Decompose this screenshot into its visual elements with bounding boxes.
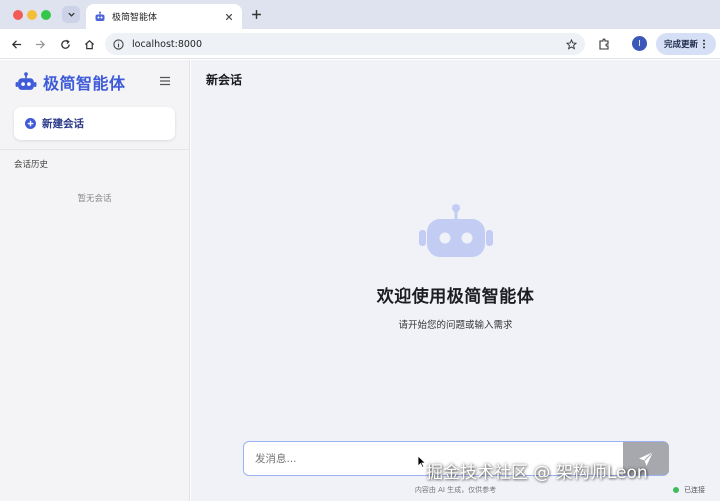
home-icon: [84, 39, 94, 49]
reload-button[interactable]: [57, 36, 73, 52]
menu-icon: [160, 76, 170, 86]
update-button[interactable]: 完成更新: [656, 33, 716, 55]
star-icon: [565, 38, 577, 50]
status-label: 已连接: [684, 486, 705, 494]
status-dot: [673, 487, 679, 493]
tab-title: 极简智能体: [112, 13, 158, 23]
connection-status: 已连接: [673, 485, 705, 495]
ai-disclaimer: 内容由 AI 生成，仅供参考: [414, 486, 497, 494]
plus-circle-icon: [25, 118, 36, 129]
more-vertical-icon: [703, 39, 706, 49]
robot-icon: [15, 72, 37, 90]
new-chat-label: 新建会话: [42, 118, 84, 130]
sidebar: 极简智能体 新建会话 会话历史 暂无会话: [0, 60, 190, 501]
robot-icon: [95, 11, 105, 21]
watermark: 掘金技术社区 @ 架构师Leon: [426, 463, 648, 483]
address-bar[interactable]: localhost:8000: [105, 33, 585, 55]
minimize-window-button[interactable]: [27, 10, 37, 20]
sidebar-toggle-button[interactable]: [158, 73, 172, 87]
url-text: localhost:8000: [132, 38, 203, 50]
reload-icon: [60, 39, 70, 49]
robot-icon: [419, 204, 493, 257]
new-tab-button[interactable]: [248, 6, 264, 22]
info-icon: [113, 38, 124, 50]
brand: 极简智能体: [15, 70, 126, 94]
close-icon: [225, 13, 233, 20]
mouse-cursor-icon: [417, 455, 426, 468]
forward-arrow-icon: [35, 39, 45, 49]
maximize-window-button[interactable]: [41, 10, 51, 20]
extensions-button[interactable]: [596, 36, 612, 52]
back-arrow-icon: [11, 39, 21, 49]
update-label: 完成更新: [664, 40, 699, 50]
close-tab-button[interactable]: [222, 10, 236, 24]
home-button[interactable]: [81, 36, 97, 52]
browser-tab-bar: 极简智能体: [0, 0, 720, 29]
extension-icon: [599, 38, 609, 50]
chevron-down-icon: [67, 12, 75, 17]
history-title: 会话历史: [14, 160, 49, 170]
brand-name: 极简智能体: [43, 74, 126, 93]
plus-icon: [251, 9, 261, 19]
close-window-button[interactable]: [13, 10, 23, 20]
main-panel: 新会话 欢迎使用极简智能体 请开始您的问题或输入需求 内容由 AI 生成，仅供参…: [191, 60, 720, 501]
profile-avatar[interactable]: I: [632, 36, 647, 51]
browser-toolbar: localhost:8000: [0, 29, 720, 59]
browser-tab-active[interactable]: 极简智能体: [86, 4, 242, 29]
page-title: 新会话: [206, 73, 243, 87]
new-chat-button[interactable]: 新建会话: [14, 107, 175, 140]
welcome-subtitle: 请开始您的问题或输入需求: [398, 320, 513, 331]
bookmark-button[interactable]: [563, 36, 579, 52]
welcome-title: 欢迎使用极简智能体: [376, 287, 535, 307]
sidebar-divider: [0, 149, 189, 150]
back-button[interactable]: [8, 36, 24, 52]
history-empty-text: 暂无会话: [77, 194, 112, 204]
forward-button[interactable]: [32, 36, 48, 52]
tab-search-button[interactable]: [62, 6, 80, 23]
